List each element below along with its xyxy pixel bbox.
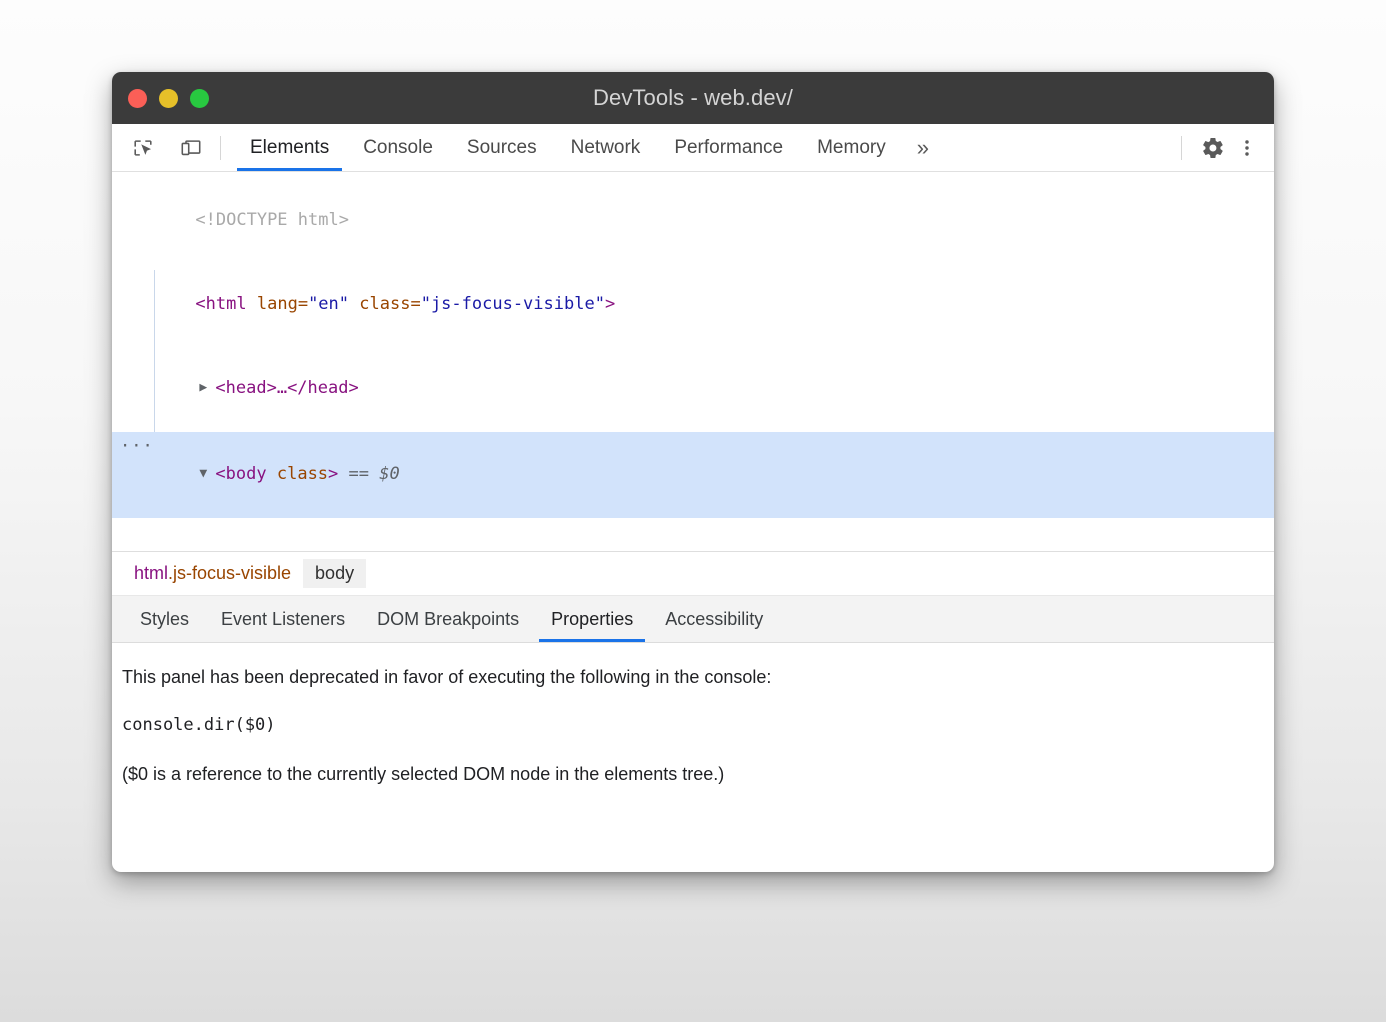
dom-node-web-snackbar-container[interactable]: ▶<web-snackbar-container>…</web-snackbar…: [112, 518, 1274, 552]
head-text: <head>…</head>: [215, 378, 358, 398]
tab-dom-breakpoints[interactable]: DOM Breakpoints: [361, 596, 535, 642]
title-bar: DevTools - web.dev/: [112, 72, 1274, 124]
html-open-tag: <html: [195, 294, 246, 314]
window-title: DevTools - web.dev/: [112, 85, 1274, 111]
body-gt: >: [328, 464, 338, 484]
tab-console-label: Console: [363, 137, 433, 159]
toolbar-icons: [126, 131, 208, 165]
breadcrumb-item-body[interactable]: body: [303, 559, 366, 588]
more-tabs-chevron-icon[interactable]: »: [903, 124, 943, 171]
toolbar-divider: [220, 136, 221, 160]
body-attr-class: class: [277, 464, 328, 484]
html-val-lang: "en": [308, 294, 349, 314]
doctype-text: <!DOCTYPE html>: [195, 210, 349, 230]
console-command: console.dir($0): [122, 714, 1264, 738]
tab-properties-label: Properties: [551, 609, 633, 630]
selected-node-note: ($0 is a reference to the currently sele…: [122, 762, 1264, 787]
collapse-triangle-icon[interactable]: ▼: [199, 460, 215, 488]
main-tab-bar: Elements Console Sources Network Perform…: [112, 124, 1274, 172]
tab-bar-right-controls: [1175, 131, 1274, 165]
maximize-window-button[interactable]: [190, 89, 209, 108]
node-badge-dots[interactable]: ···: [120, 432, 154, 460]
gear-icon[interactable]: [1196, 131, 1230, 165]
dom-node-html[interactable]: <html lang="en" class="js-focus-visible"…: [112, 262, 1274, 346]
traffic-lights: [112, 89, 209, 108]
tab-network-label: Network: [571, 137, 641, 159]
expand-triangle-icon[interactable]: ▶: [223, 546, 239, 552]
inspect-element-icon[interactable]: [126, 131, 160, 165]
dom-node-body[interactable]: ··· ▼<body class> == $0: [112, 432, 1274, 518]
breadcrumb-item-html[interactable]: html.js-focus-visible: [122, 559, 303, 588]
html-gt: >: [605, 294, 615, 314]
devtools-window: DevTools - web.dev/ Elements Console: [112, 72, 1274, 872]
tab-accessibility-label: Accessibility: [665, 609, 763, 630]
tab-properties[interactable]: Properties: [535, 596, 649, 642]
breadcrumb-body-tag: body: [315, 563, 354, 583]
tab-event-listeners-label: Event Listeners: [221, 609, 345, 630]
tab-styles[interactable]: Styles: [124, 596, 205, 642]
html-val-class: "js-focus-visible": [421, 294, 605, 314]
minimize-window-button[interactable]: [159, 89, 178, 108]
tab-event-listeners[interactable]: Event Listeners: [205, 596, 361, 642]
dom-node-doctype[interactable]: <!DOCTYPE html>: [112, 178, 1274, 262]
deprecation-message: This panel has been deprecated in favor …: [122, 665, 1264, 690]
tab-sources-label: Sources: [467, 137, 537, 159]
tab-elements-label: Elements: [250, 137, 329, 159]
html-attr-lang: lang: [257, 294, 298, 314]
right-controls-divider: [1181, 136, 1182, 160]
panel-tabs: Elements Console Sources Network Perform…: [233, 124, 943, 171]
device-toolbar-icon[interactable]: [174, 131, 208, 165]
snackbar-close: </web-snackbar-container>: [495, 550, 751, 552]
tab-network[interactable]: Network: [554, 124, 658, 171]
expand-triangle-icon[interactable]: ▶: [199, 374, 215, 402]
breadcrumb-html-tag: html: [134, 563, 168, 583]
tab-memory[interactable]: Memory: [800, 124, 903, 171]
tab-memory-label: Memory: [817, 137, 886, 159]
snackbar-ellipsis: …: [485, 550, 495, 552]
tab-sources[interactable]: Sources: [450, 124, 554, 171]
body-open-tag: <body: [215, 464, 266, 484]
tab-styles-label: Styles: [140, 609, 189, 630]
properties-panel-body: This panel has been deprecated in favor …: [112, 643, 1274, 787]
snackbar-open: <web-snackbar-container>: [239, 550, 485, 552]
html-attr-class: class: [359, 294, 410, 314]
breadcrumb: html.js-focus-visible body: [112, 552, 1274, 596]
dom-tree-panel[interactable]: <!DOCTYPE html> <html lang="en" class="j…: [112, 172, 1274, 552]
tab-performance-label: Performance: [674, 137, 783, 159]
more-tabs-label: »: [917, 135, 929, 161]
dom-node-head[interactable]: ▶<head>…</head>: [112, 346, 1274, 432]
tab-accessibility[interactable]: Accessibility: [649, 596, 779, 642]
kebab-menu-icon[interactable]: [1230, 131, 1264, 165]
close-window-button[interactable]: [128, 89, 147, 108]
tab-console[interactable]: Console: [346, 124, 450, 171]
tab-performance[interactable]: Performance: [657, 124, 800, 171]
breadcrumb-html-class: .js-focus-visible: [168, 563, 291, 583]
sidebar-tab-bar: Styles Event Listeners DOM Breakpoints P…: [112, 596, 1274, 643]
tab-elements[interactable]: Elements: [233, 124, 346, 171]
tab-dom-breakpoints-label: DOM Breakpoints: [377, 609, 519, 630]
selected-node-reference: == $0: [349, 464, 400, 484]
